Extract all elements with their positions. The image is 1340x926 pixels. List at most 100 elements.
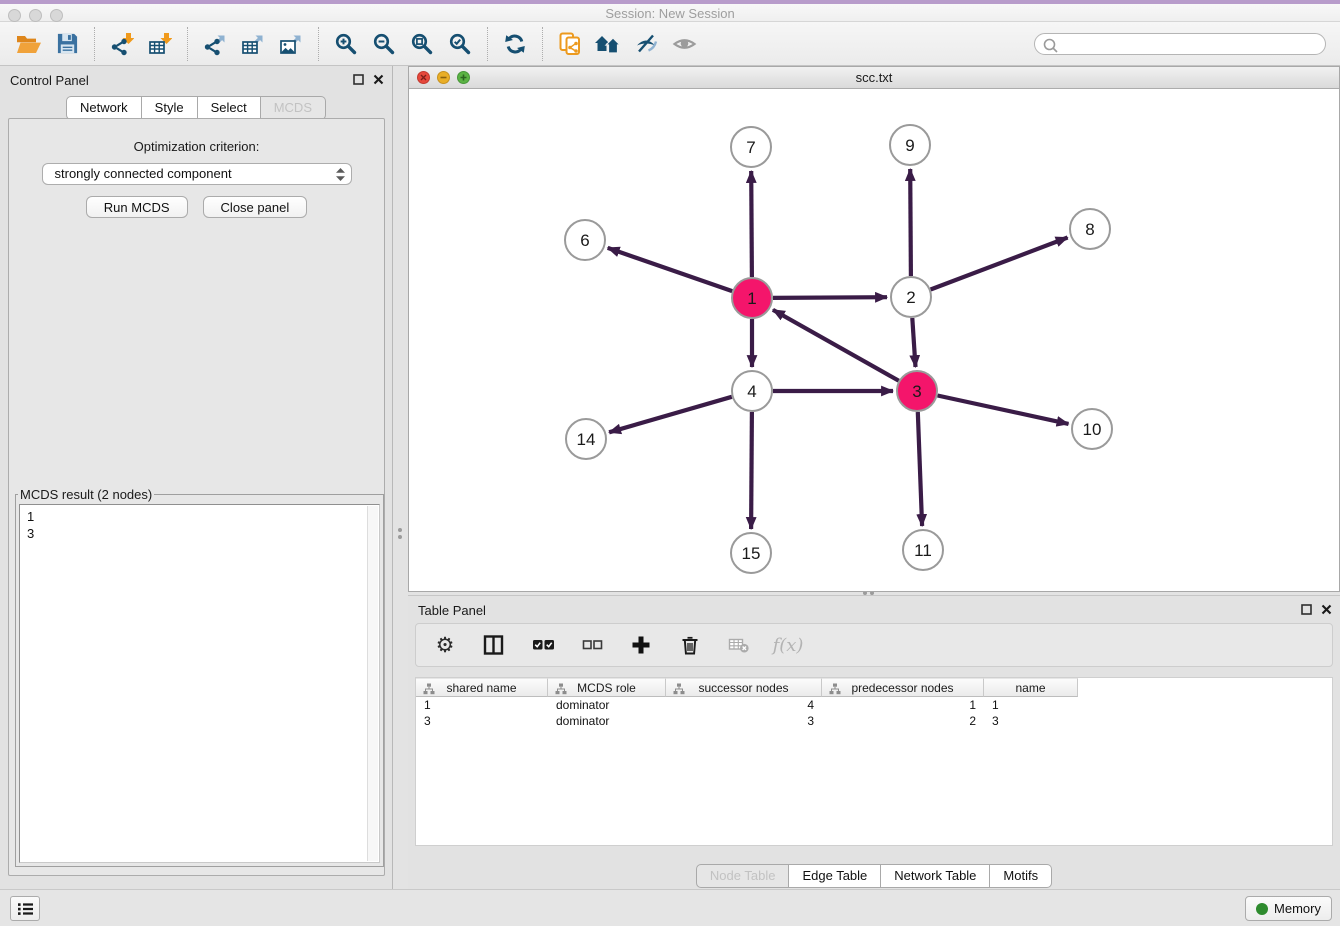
node-10[interactable]: 10 — [1072, 409, 1112, 449]
tab-mcds[interactable]: MCDS — [261, 96, 326, 120]
gear-icon: ⚙ — [436, 635, 455, 656]
home-networks-button[interactable] — [589, 26, 627, 62]
node-4[interactable]: 4 — [732, 371, 772, 411]
node-2[interactable]: 2 — [891, 277, 931, 317]
tab-style[interactable]: Style — [142, 96, 198, 120]
cell-shared-name: 1 — [416, 697, 548, 713]
show-columns-button[interactable] — [481, 630, 507, 660]
network-window-titlebar: scc.txt — [409, 67, 1339, 89]
select-all-icon — [532, 635, 555, 655]
column-header-mcds-role[interactable]: MCDS role — [548, 678, 666, 697]
zoom-out-button[interactable] — [365, 26, 403, 62]
edge-4-14[interactable] — [609, 397, 732, 433]
zoom-selected-icon — [448, 32, 472, 56]
edge-2-9[interactable] — [910, 169, 911, 276]
edge-3-1[interactable] — [773, 310, 899, 381]
node-14[interactable]: 14 — [566, 419, 606, 459]
refresh-layout-button[interactable] — [496, 26, 534, 62]
control-panel: Control Panel NetworkStyleSelectMCDS Opt… — [0, 66, 393, 889]
zoom-fit-button[interactable] — [403, 26, 441, 62]
tab-edge-table[interactable]: Edge Table — [789, 864, 881, 888]
column-header-predecessor-nodes[interactable]: predecessor nodes — [822, 678, 984, 697]
edge-1-2[interactable] — [773, 297, 887, 298]
select-all-button[interactable] — [530, 630, 556, 660]
add-column-button[interactable] — [628, 630, 654, 660]
memory-button[interactable]: Memory — [1245, 896, 1332, 921]
column-label: successor nodes — [698, 681, 788, 695]
edge-1-6[interactable] — [608, 248, 733, 291]
table-body: 1dominator4113dominator323 — [416, 697, 1332, 729]
task-history-button[interactable] — [10, 896, 40, 921]
zoom-in-button[interactable] — [327, 26, 365, 62]
node-label: 2 — [906, 288, 915, 307]
tab-motifs[interactable]: Motifs — [990, 864, 1052, 888]
zoom-selected-button[interactable] — [441, 26, 479, 62]
deselect-all-icon — [582, 635, 603, 655]
search-input[interactable] — [1061, 35, 1317, 53]
node-15[interactable]: 15 — [731, 533, 771, 573]
network-canvas[interactable]: 7 9 6 8 1 2 4 3 14 10 15 11 — [409, 89, 1339, 591]
column-header-successor-nodes[interactable]: successor nodes — [666, 678, 822, 697]
toolbar-separator — [542, 27, 543, 61]
edge-2-8[interactable] — [931, 238, 1068, 290]
node-11[interactable]: 11 — [903, 530, 943, 570]
node-1[interactable]: 1 — [732, 278, 772, 318]
export-network-button[interactable] — [196, 26, 234, 62]
node-label: 3 — [912, 382, 921, 401]
edge-4-15[interactable] — [751, 412, 752, 529]
close-panel-button[interactable]: Close panel — [203, 196, 308, 218]
close-panel-icon[interactable] — [373, 74, 384, 85]
edge-3-10[interactable] — [938, 396, 1069, 424]
main-toolbar — [0, 22, 1340, 66]
mcds-result-list[interactable]: 1 3 — [19, 504, 380, 863]
float-table-panel-icon[interactable] — [1301, 604, 1312, 615]
table-row[interactable]: 3dominator323 — [416, 713, 1332, 729]
result-scrollbar[interactable] — [367, 506, 378, 861]
save-session-button[interactable] — [48, 26, 86, 62]
export-table-icon — [241, 32, 265, 56]
close-table-panel-icon[interactable] — [1321, 604, 1332, 615]
table-row[interactable]: 1dominator411 — [416, 697, 1332, 713]
column-header-shared-name[interactable]: shared name — [416, 678, 548, 697]
search-field[interactable] — [1034, 33, 1326, 55]
node-7[interactable]: 7 — [731, 127, 771, 167]
import-table-button[interactable] — [141, 26, 179, 62]
plus-icon — [630, 634, 652, 656]
edge-3-11[interactable] — [918, 412, 922, 526]
column-header-name[interactable]: name — [984, 678, 1078, 697]
cell-shared-name: 3 — [416, 713, 548, 729]
tab-network-table[interactable]: Network Table — [881, 864, 990, 888]
column-tree-icon — [829, 683, 841, 695]
node-label: 9 — [905, 136, 914, 155]
criterion-dropdown[interactable]: strongly connected component — [42, 163, 352, 185]
vertical-splitter[interactable] — [393, 66, 408, 589]
node-3[interactable]: 3 — [897, 371, 937, 411]
export-table-button[interactable] — [234, 26, 272, 62]
delete-table-button[interactable] — [726, 630, 752, 660]
node-6[interactable]: 6 — [565, 220, 605, 260]
table-tabs: Node TableEdge TableNetwork TableMotifs — [408, 864, 1340, 888]
tab-network[interactable]: Network — [66, 96, 142, 120]
tab-select[interactable]: Select — [198, 96, 261, 120]
toolbar-separator — [94, 27, 95, 61]
node-9[interactable]: 9 — [890, 125, 930, 165]
function-builder-button[interactable]: f(x) — [775, 630, 801, 660]
column-tree-icon — [673, 683, 685, 695]
show-graphics-details-button[interactable] — [627, 26, 665, 62]
node-label: 15 — [742, 544, 761, 563]
node-8[interactable]: 8 — [1070, 209, 1110, 249]
tab-node-table[interactable]: Node Table — [696, 864, 790, 888]
edge-1-7[interactable] — [751, 171, 752, 277]
clone-network-button[interactable] — [551, 26, 589, 62]
table-settings-button[interactable]: ⚙ — [432, 630, 458, 660]
hide-details-button[interactable] — [665, 26, 703, 62]
deselect-all-button[interactable] — [579, 630, 605, 660]
run-mcds-button[interactable]: Run MCDS — [86, 196, 188, 218]
open-session-button[interactable] — [10, 26, 48, 62]
import-network-button[interactable] — [103, 26, 141, 62]
edge-2-3[interactable] — [912, 318, 915, 367]
delete-button[interactable] — [677, 630, 703, 660]
float-panel-icon[interactable] — [353, 74, 364, 85]
node-label: 6 — [580, 231, 589, 250]
export-image-button[interactable] — [272, 26, 310, 62]
